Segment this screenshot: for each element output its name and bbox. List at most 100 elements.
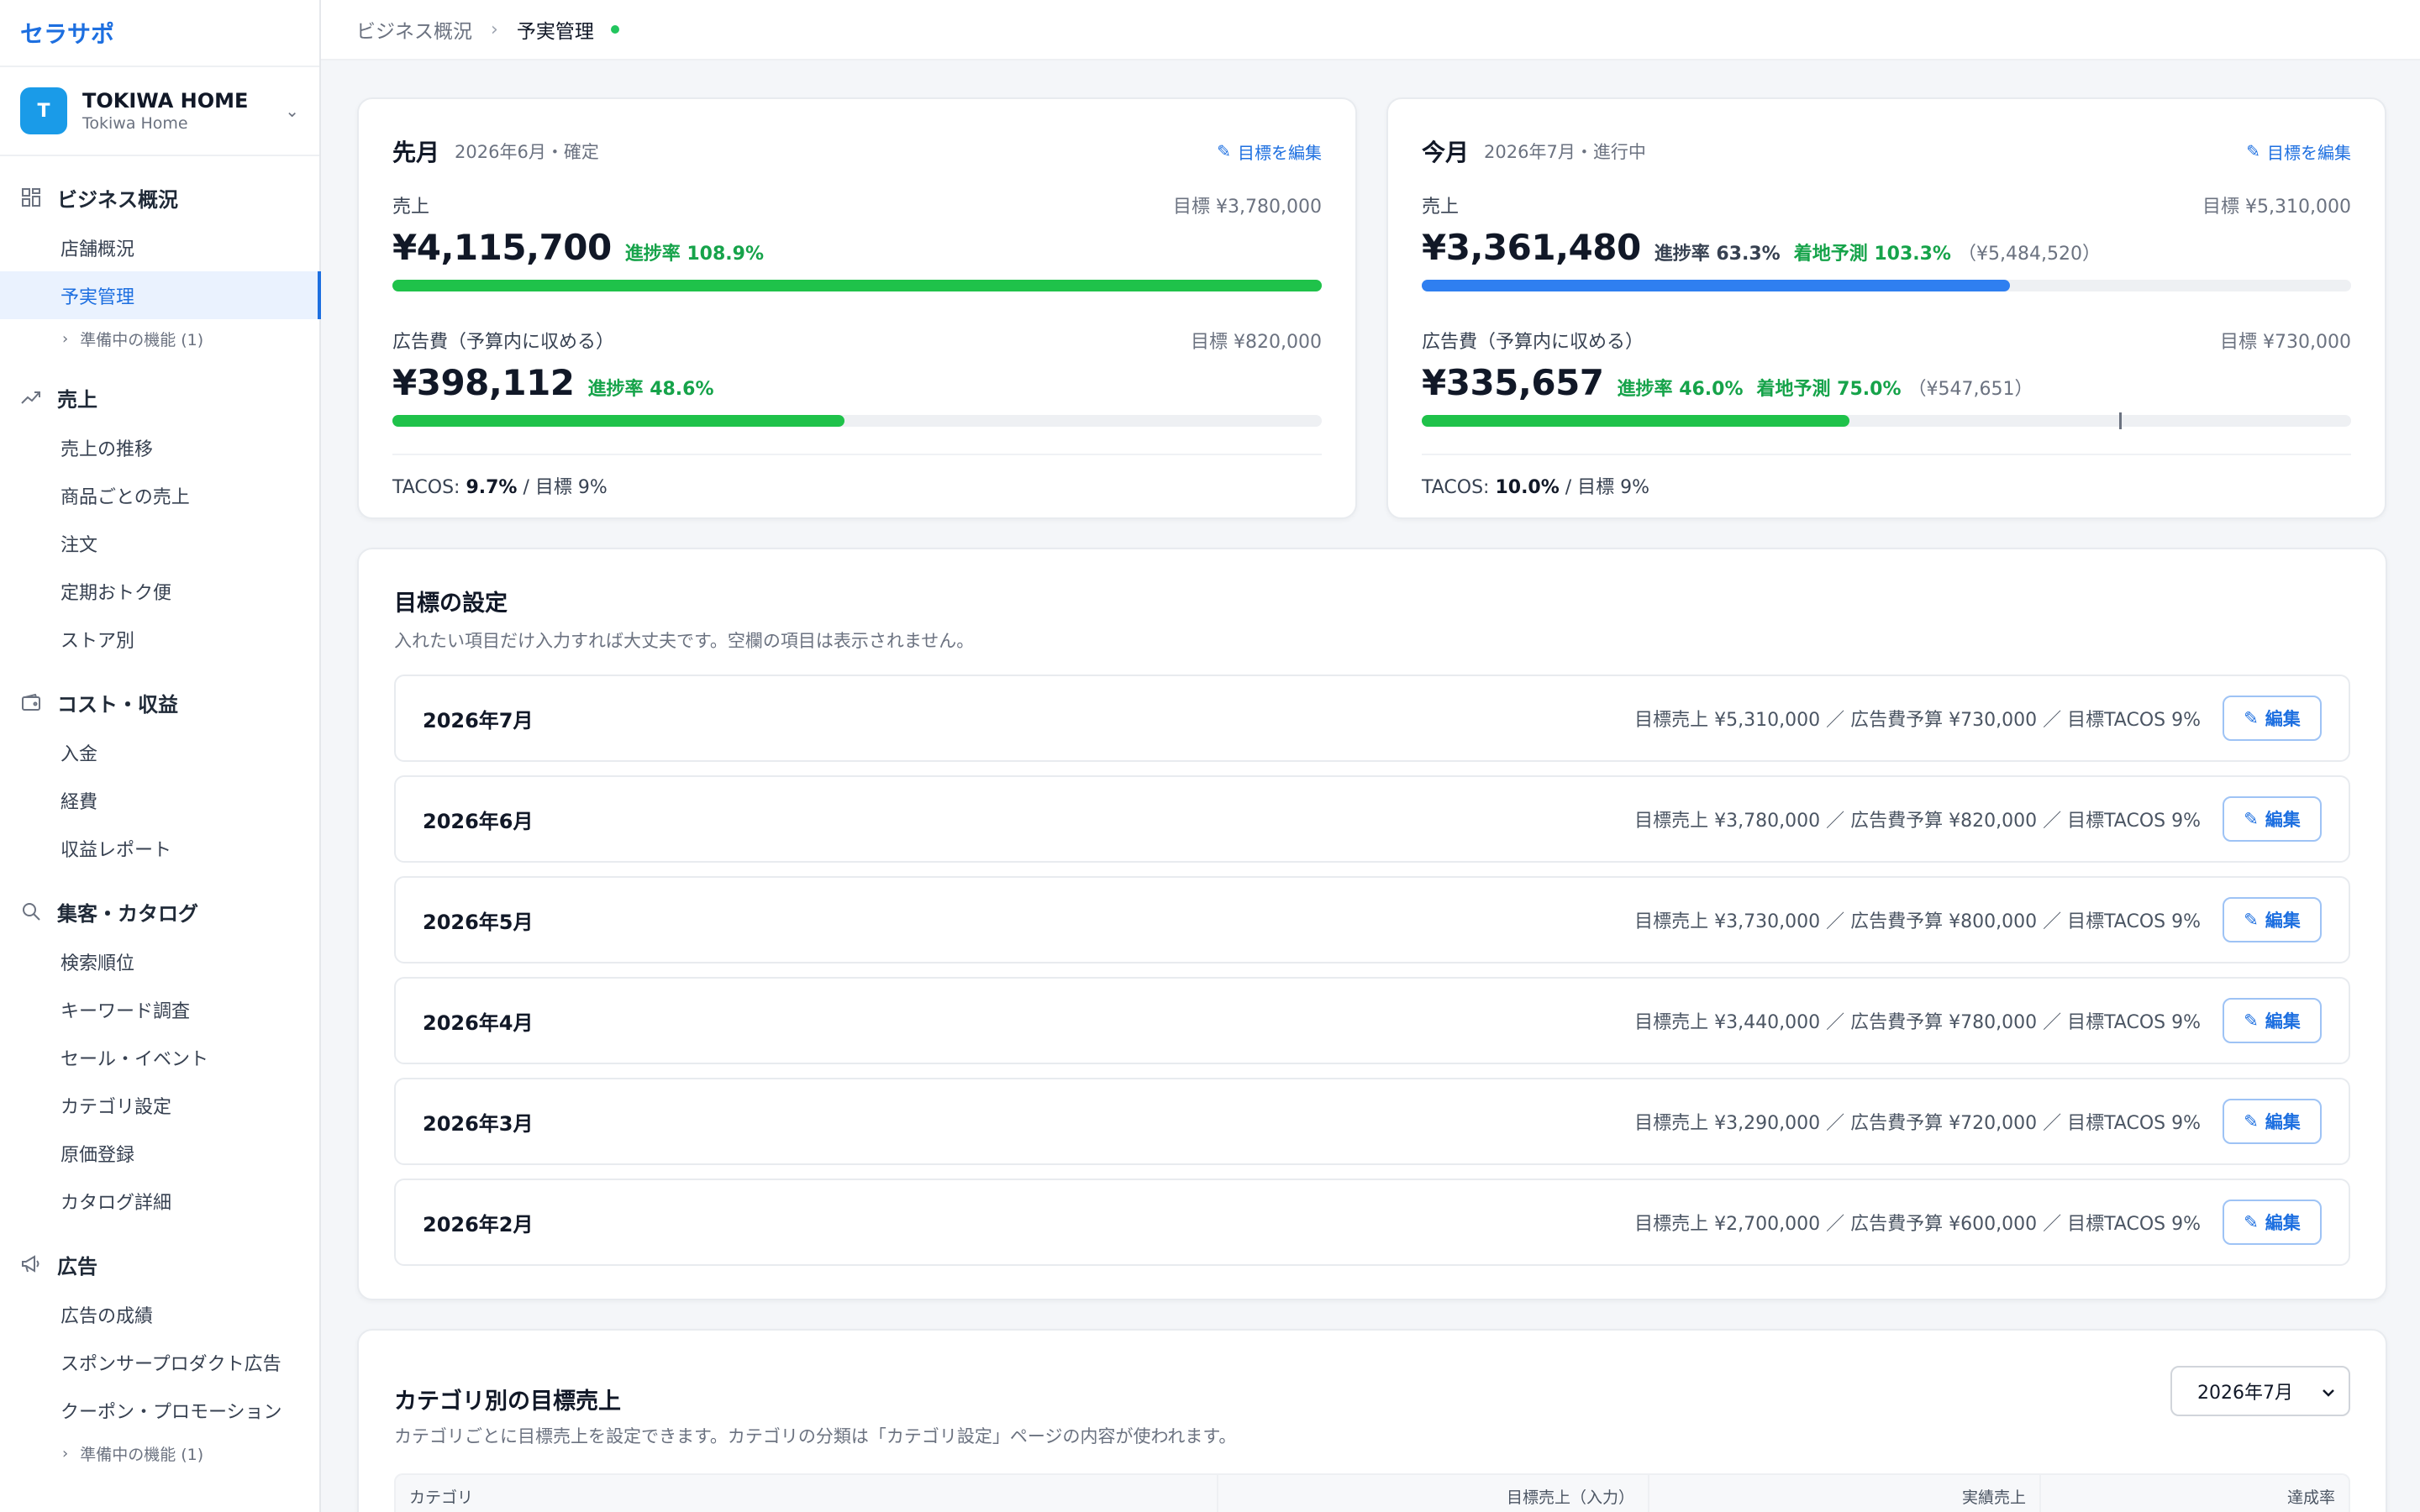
edit-goal-link[interactable]: ✎ 目標を編集 <box>2246 139 2351 164</box>
nav-group-label: コスト・収益 <box>57 692 178 717</box>
edit-goal-link[interactable]: ✎ 目標を編集 <box>1217 139 1322 164</box>
sidebar-item-store-overview[interactable]: 店舗概況 <box>0 223 319 271</box>
wallet-icon <box>20 694 42 711</box>
trend-up-icon <box>20 390 42 405</box>
goal-summary: 目標売上 ¥3,730,000 ／ 広告費予算 ¥800,000 ／ 目標TAC… <box>1634 911 2201 932</box>
search-icon <box>20 902 42 921</box>
edit-button[interactable]: ✎ 編集 <box>2223 1099 2322 1144</box>
chevron-down-icon: ⌄ <box>285 101 299 121</box>
goal-month: 2026年2月 <box>423 1212 534 1236</box>
sidebar-item-deposits[interactable]: 入金 <box>0 728 319 776</box>
ad-value: ¥398,112 <box>392 362 575 403</box>
goal-summary: 目標売上 ¥5,310,000 ／ 広告費予算 ¥730,000 ／ 目標TAC… <box>1634 710 2201 731</box>
last-month-card: 先月 2026年6月・確定 ✎ 目標を編集 売上 目標 ¥3,780,000 ¥… <box>357 97 1357 519</box>
sidebar: セラサポ T TOKIWA HOME Tokiwa Home ⌄ ビジネス概況 … <box>0 0 321 1512</box>
sidebar-item-subscribe-save[interactable]: 定期おトク便 <box>0 567 319 615</box>
edit-goal-label: 目標を編集 <box>1238 142 1322 163</box>
sidebar-item-by-store[interactable]: ストア別 <box>0 615 319 663</box>
brand-logo[interactable]: セラサポ <box>0 0 319 67</box>
sales-progress-fill <box>392 280 1322 291</box>
sales-label: 売上 <box>1422 197 1460 218</box>
goal-summary: 目標売上 ¥3,780,000 ／ 広告費予算 ¥820,000 ／ 目標TAC… <box>1634 811 2201 832</box>
nav-group-label: 売上 <box>57 387 97 412</box>
nav-group-business[interactable]: ビジネス概況 <box>0 171 319 223</box>
card-subtitle: 2026年7月・進行中 <box>1484 142 1646 162</box>
nav-group-cost[interactable]: コスト・収益 <box>0 676 319 728</box>
edit-button[interactable]: ✎ 編集 <box>2223 796 2322 842</box>
ad-label: 広告費（予算内に収める） <box>392 332 615 353</box>
sidebar-item-category-settings[interactable]: カテゴリ設定 <box>0 1081 319 1129</box>
status-dot <box>610 25 619 34</box>
sidebar-item-profit-report[interactable]: 収益レポート <box>0 824 319 872</box>
goal-summary: 目標売上 ¥3,290,000 ／ 広告費予算 ¥720,000 ／ 目標TAC… <box>1634 1113 2201 1134</box>
tacos-value: 9.7% <box>466 477 518 498</box>
goal-row: 2026年6月 目標売上 ¥3,780,000 ／ 広告費予算 ¥820,000… <box>394 775 2350 863</box>
sidebar-item-orders[interactable]: 注文 <box>0 519 319 567</box>
nav-group-label: 集客・カタログ <box>57 901 198 926</box>
edit-button[interactable]: ✎ 編集 <box>2223 696 2322 741</box>
chevron-down-icon <box>2322 1381 2335 1402</box>
sales-progress-bar <box>392 280 1322 291</box>
megaphone-icon <box>20 1255 42 1273</box>
sidebar-item-sales-by-product[interactable]: 商品ごとの売上 <box>0 471 319 519</box>
column-header-rate[interactable]: 達成率 <box>2039 1475 2349 1512</box>
edit-goal-label: 目標を編集 <box>2267 142 2351 163</box>
ad-forecast-amount: （¥547,651） <box>1907 379 2033 400</box>
sidebar-item-coming-soon[interactable]: › 準備中の機能 (1) <box>0 1434 319 1473</box>
workspace-switcher[interactable]: T TOKIWA HOME Tokiwa Home ⌄ <box>0 67 319 156</box>
workspace-sub: Tokiwa Home <box>82 114 188 133</box>
card-title: 先月 <box>392 139 440 166</box>
goal-month: 2026年4月 <box>423 1011 534 1035</box>
nav-group-ads[interactable]: 広告 <box>0 1238 319 1290</box>
sidebar-item-keyword-research[interactable]: キーワード調査 <box>0 985 319 1033</box>
sidebar-item-coming-soon[interactable]: › 準備中の機能 (1) <box>0 319 319 358</box>
sidebar-item-catalog-detail[interactable]: カタログ詳細 <box>0 1177 319 1225</box>
sales-rate: 進捗率 63.3% <box>1654 244 1781 265</box>
table-header: カテゴリ 目標売上（入力） 実績売上 達成率 <box>394 1473 2350 1512</box>
pencil-icon: ✎ <box>2244 1111 2259 1131</box>
card-title: 今月 <box>1422 139 1470 166</box>
sidebar-item-coupons-promotions[interactable]: クーポン・プロモーション <box>0 1386 319 1434</box>
column-header-actual[interactable]: 実績売上 <box>1648 1475 2039 1512</box>
sidebar-item-sale-events[interactable]: セール・イベント <box>0 1033 319 1081</box>
sidebar-item-expenses[interactable]: 経費 <box>0 776 319 824</box>
forecast-marker <box>2118 412 2122 429</box>
pencil-icon: ✎ <box>2244 809 2259 829</box>
nav-group-acquisition[interactable]: 集客・カタログ <box>0 885 319 937</box>
sidebar-item-search-rank[interactable]: 検索順位 <box>0 937 319 985</box>
goal-row: 2026年5月 目標売上 ¥3,730,000 ／ 広告費予算 ¥800,000… <box>394 876 2350 963</box>
sales-forecast: 着地予測 103.3% <box>1793 244 1951 265</box>
edit-button[interactable]: ✎ 編集 <box>2223 1200 2322 1245</box>
sidebar-item-sponsored-products[interactable]: スポンサープロダクト広告 <box>0 1338 319 1386</box>
goal-row: 2026年7月 目標売上 ¥5,310,000 ／ 広告費予算 ¥730,000… <box>394 675 2350 762</box>
ad-rate: 進捗率 46.0% <box>1617 379 1744 400</box>
pencil-icon: ✎ <box>1217 141 1231 161</box>
column-header-target[interactable]: 目標売上（入力） <box>1217 1475 1648 1512</box>
edit-button[interactable]: ✎ 編集 <box>2223 998 2322 1043</box>
ad-target: 目標 ¥820,000 <box>1191 332 1322 353</box>
category-target-card: カテゴリ別の目標売上 2026年7月 カテゴリごとに目標売上を設定できます。カテ… <box>357 1329 2387 1512</box>
nav-group-label: ビジネス概況 <box>57 187 178 212</box>
month-select[interactable]: 2026年7月 <box>2170 1366 2350 1416</box>
pencil-icon: ✎ <box>2244 1011 2259 1031</box>
breadcrumb-parent[interactable]: ビジネス概況 <box>356 15 472 44</box>
sales-value: ¥4,115,700 <box>392 227 612 268</box>
goal-settings-card: 目標の設定 入れたい項目だけ入力すれば大丈夫です。空欄の項目は表示されません。 … <box>357 548 2387 1300</box>
sales-rate: 進捗率 108.9% <box>624 244 764 265</box>
goal-summary: 目標売上 ¥3,440,000 ／ 広告費予算 ¥780,000 ／ 目標TAC… <box>1634 1012 2201 1033</box>
pencil-icon: ✎ <box>2246 141 2260 161</box>
edit-button[interactable]: ✎ 編集 <box>2223 897 2322 942</box>
section-title: 目標の設定 <box>394 591 508 617</box>
sidebar-item-ad-performance[interactable]: 広告の成績 <box>0 1290 319 1338</box>
sales-forecast-amount: （¥5,484,520） <box>1957 244 2101 265</box>
this-month-card: 今月 2026年7月・進行中 ✎ 目標を編集 売上 目標 ¥5,310,000 … <box>1386 97 2386 519</box>
sidebar-item-budget-actual[interactable]: 予実管理 <box>0 271 321 319</box>
ad-progress-bar <box>1422 412 2351 429</box>
sidebar-item-cost-registration[interactable]: 原価登録 <box>0 1129 319 1177</box>
goal-summary: 目標売上 ¥2,700,000 ／ 広告費予算 ¥600,000 ／ 目標TAC… <box>1634 1214 2201 1235</box>
nav-group-sales[interactable]: 売上 <box>0 371 319 423</box>
pencil-icon: ✎ <box>2244 1212 2259 1232</box>
sidebar-item-sales-trend[interactable]: 売上の推移 <box>0 423 319 471</box>
ad-progress-fill <box>1422 415 1849 427</box>
column-header-category[interactable]: カテゴリ <box>396 1475 1217 1512</box>
